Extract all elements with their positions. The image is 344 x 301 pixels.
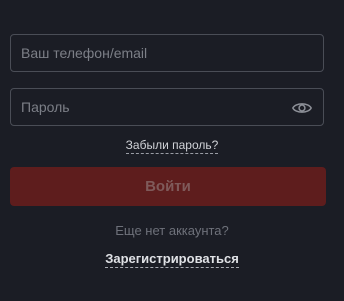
forgot-password-row: Забыли пароль? bbox=[0, 138, 344, 154]
phone-email-input[interactable] bbox=[21, 35, 291, 71]
register-row: Зарегистрироваться bbox=[0, 251, 344, 268]
password-field[interactable] bbox=[10, 88, 324, 126]
register-link[interactable]: Зарегистрироваться bbox=[105, 251, 239, 268]
forgot-password-link[interactable]: Забыли пароль? bbox=[125, 138, 219, 154]
phone-email-field[interactable] bbox=[10, 34, 324, 72]
no-account-text: Еще нет аккаунта? bbox=[115, 223, 229, 238]
password-input[interactable] bbox=[21, 89, 291, 125]
eye-icon[interactable] bbox=[291, 98, 313, 118]
login-button[interactable]: Войти bbox=[10, 167, 326, 206]
